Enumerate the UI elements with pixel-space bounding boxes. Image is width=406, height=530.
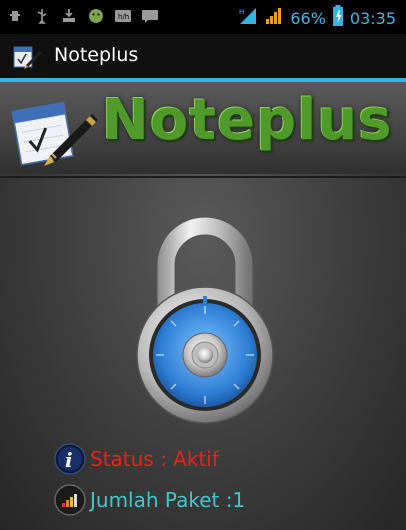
banner-title: Noteplus [102, 88, 393, 153]
battery-percent: 66% [290, 8, 326, 28]
svg-text:h/h: h/h [118, 13, 129, 21]
signal-bars-icon [54, 484, 86, 516]
signal-h-icon: H [238, 6, 258, 30]
svg-text:i: i [65, 448, 73, 472]
package-count-row: Jumlah Paket :1 [54, 484, 245, 516]
notepad-pen-icon [6, 90, 102, 170]
sms-icon [141, 7, 159, 25]
system-status: H 66% 03:35 [238, 5, 396, 31]
banner-divider [0, 176, 406, 178]
padlock-icon[interactable] [125, 210, 285, 430]
status-bar: h/h H 66% 03:35 [0, 0, 406, 34]
battery-icon [332, 5, 344, 31]
app-banner: Noteplus [0, 82, 406, 174]
status-label: Status : Aktif [90, 447, 219, 471]
notification-icons: h/h [6, 7, 159, 25]
download-icon [60, 7, 78, 25]
usb-icon [33, 7, 51, 25]
status-row: i Status : Aktif [54, 443, 219, 475]
info-icon: i [54, 443, 86, 475]
signal-strength-icon [264, 6, 284, 30]
android-icon [87, 7, 105, 25]
sim-h-icon: h/h [114, 7, 132, 25]
action-bar: Noteplus [0, 34, 406, 78]
app-icon[interactable] [12, 43, 42, 71]
action-bar-title: Noteplus [54, 44, 139, 66]
svg-text:H: H [239, 8, 244, 16]
clock-time: 03:35 [349, 8, 396, 28]
app-screen: h/h H 66% 03:35 Noteplus Noteplus i Stat… [0, 0, 406, 530]
usb-debug-icon [6, 7, 24, 25]
package-count-label: Jumlah Paket :1 [90, 488, 246, 512]
